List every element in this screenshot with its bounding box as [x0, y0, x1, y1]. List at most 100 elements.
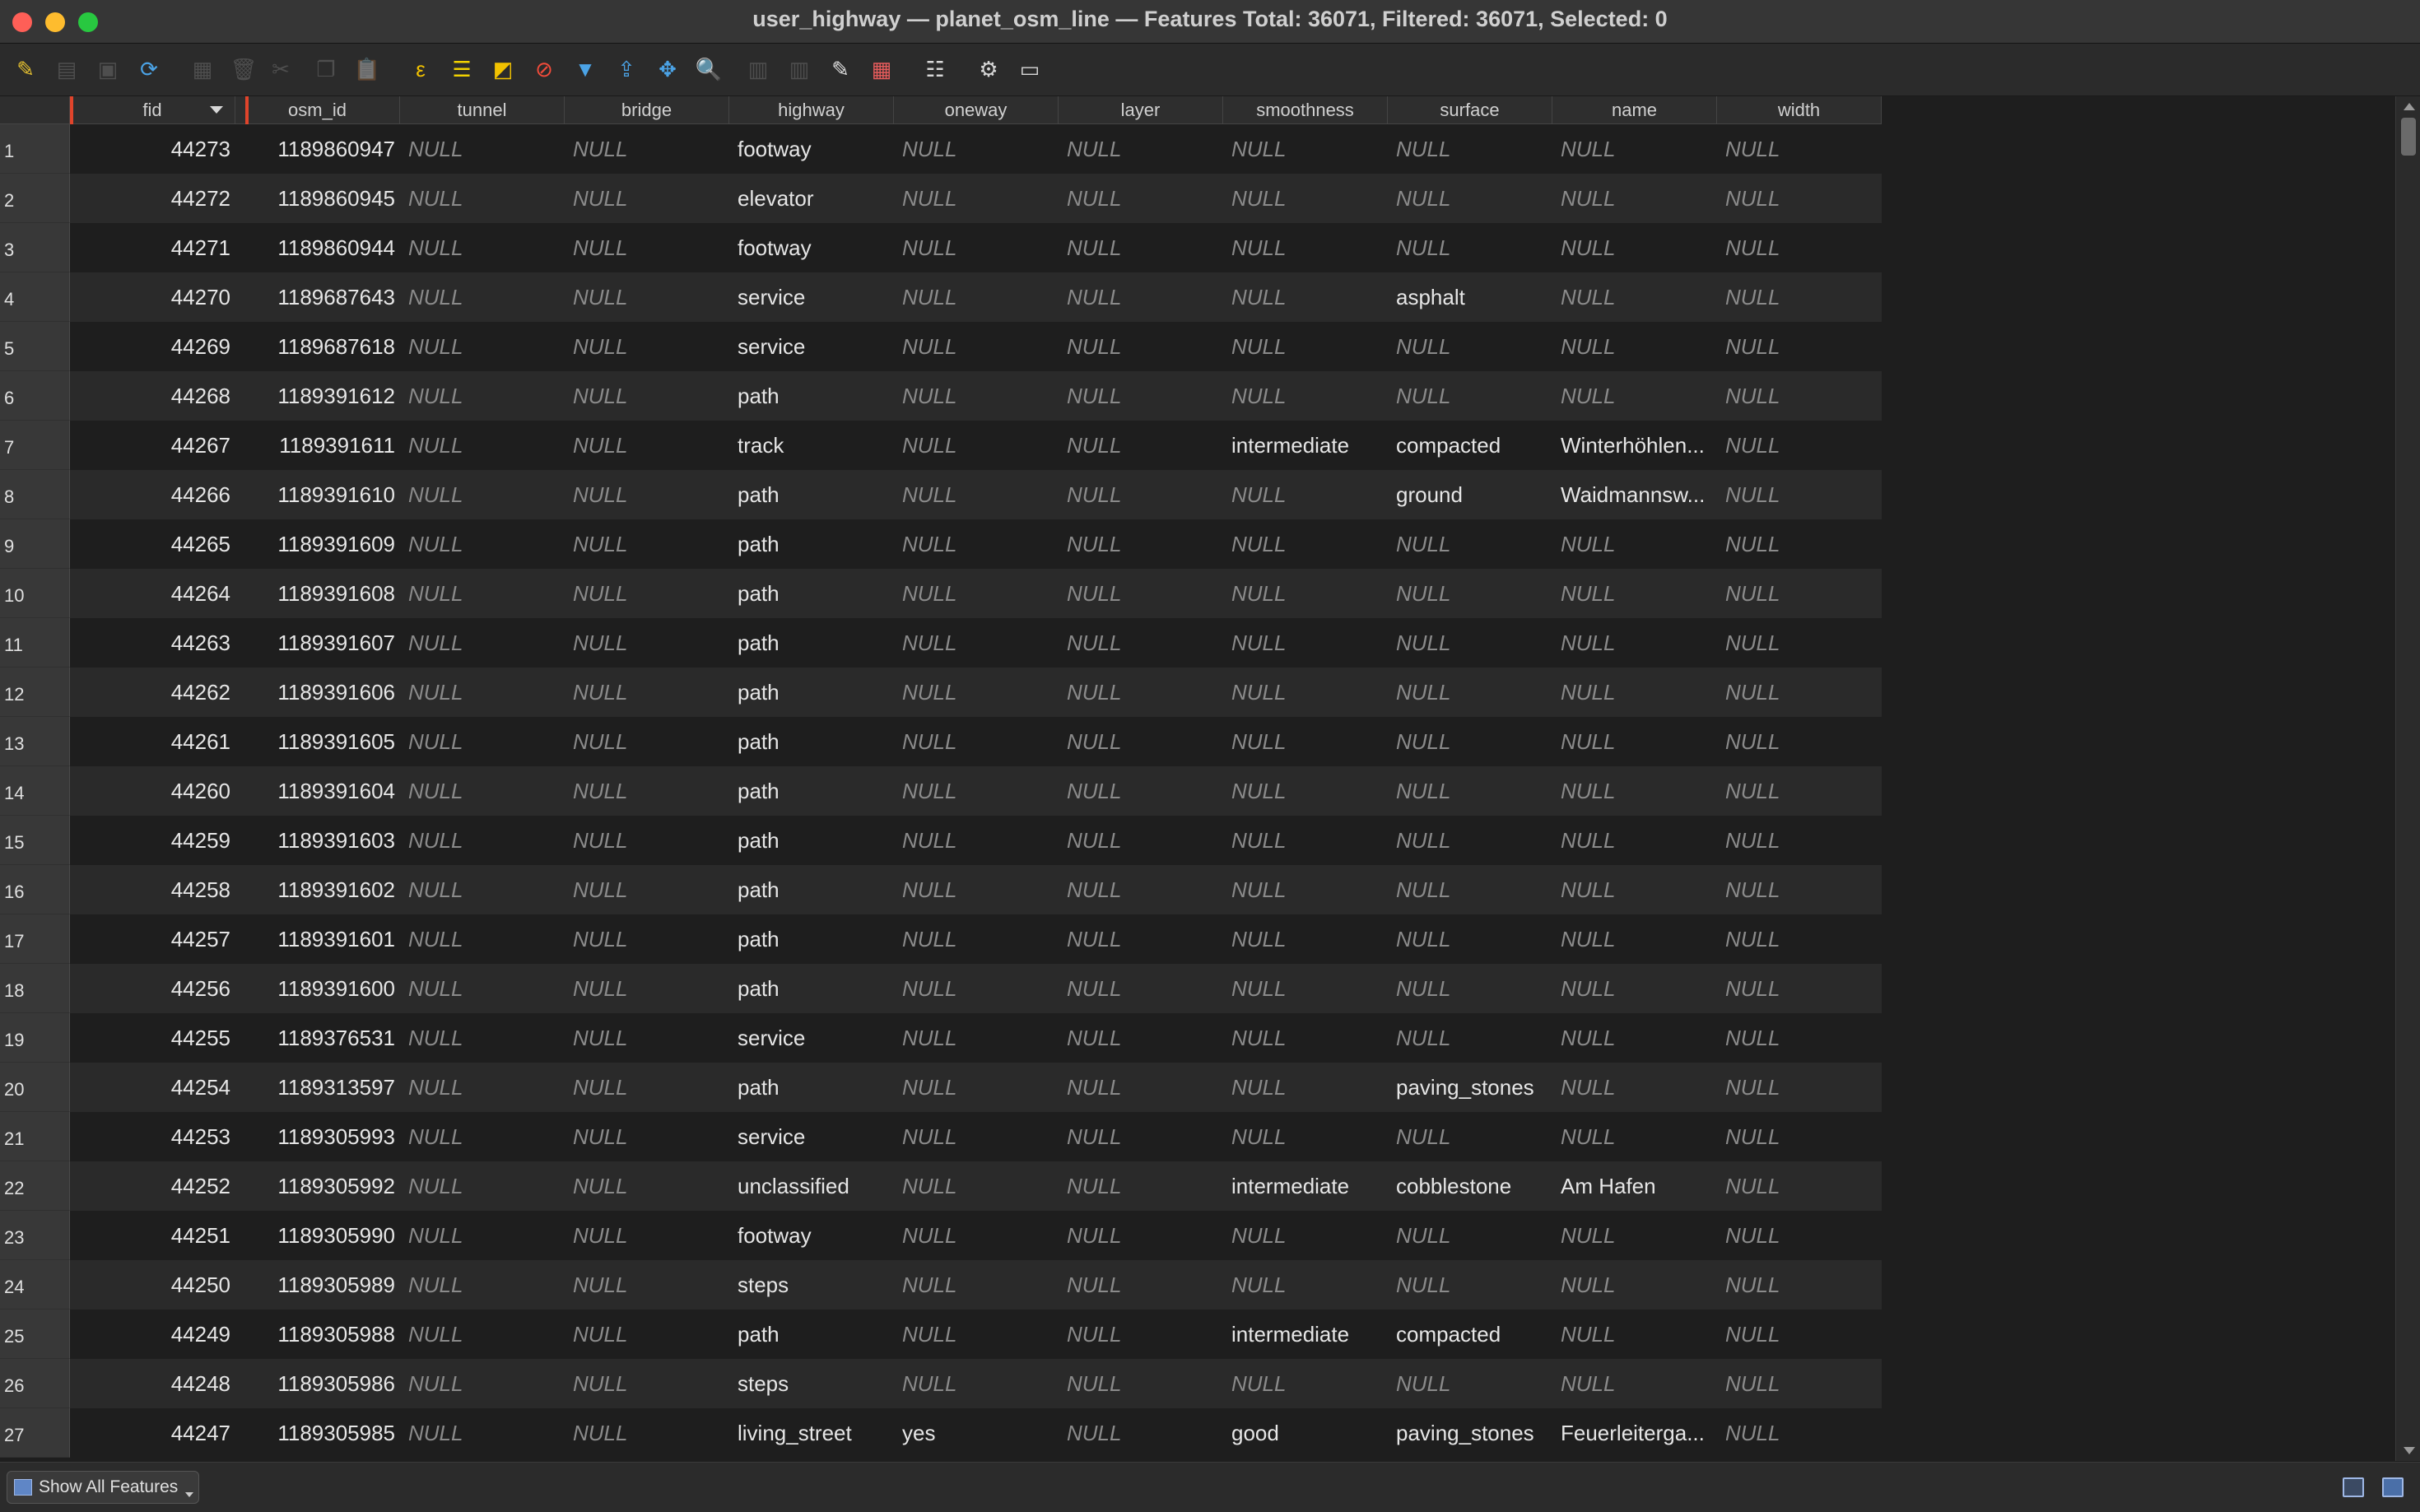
cell-name[interactable]: NULL — [1552, 766, 1717, 816]
cell-smoothness[interactable]: intermediate — [1223, 421, 1388, 470]
reload-icon[interactable]: ⟳ — [137, 57, 161, 81]
cell-bridge[interactable]: NULL — [565, 816, 729, 865]
table-row[interactable]: 13 44261 1189391605 NULL NULL path NULL NULL NUL… — [0, 717, 1882, 766]
cell-tunnel[interactable]: NULL — [400, 1013, 565, 1063]
cell-bridge[interactable]: NULL — [565, 1112, 729, 1161]
cell-bridge[interactable]: NULL — [565, 569, 729, 618]
cell-layer[interactable]: NULL — [1059, 1211, 1223, 1260]
scroll-up-icon[interactable] — [2404, 103, 2415, 110]
cell-highway[interactable]: service — [729, 1112, 894, 1161]
cell-highway[interactable]: path — [729, 914, 894, 964]
cell-width[interactable]: NULL — [1717, 223, 1882, 272]
cell-smoothness[interactable]: NULL — [1223, 371, 1388, 421]
cell-osm-id[interactable]: 1189860944 — [235, 223, 400, 272]
cell-osm-id[interactable]: 1189391606 — [235, 668, 400, 717]
cell-width[interactable]: NULL — [1717, 1063, 1882, 1112]
cell-tunnel[interactable]: NULL — [400, 470, 565, 519]
table-row[interactable]: 25 44249 1189305988 NULL NULL path NULL NULL int… — [0, 1310, 1882, 1359]
cell-tunnel[interactable]: NULL — [400, 272, 565, 322]
cell-oneway[interactable]: NULL — [894, 816, 1059, 865]
cell-fid[interactable]: 44271 — [70, 223, 235, 272]
pan-to-selected-icon[interactable]: ✥ — [655, 57, 680, 81]
column-header-name[interactable]: name — [1552, 96, 1717, 123]
cell-fid[interactable]: 44247 — [70, 1408, 235, 1458]
cell-name[interactable]: NULL — [1552, 914, 1717, 964]
cell-smoothness[interactable]: NULL — [1223, 519, 1388, 569]
cell-surface[interactable]: NULL — [1388, 865, 1552, 914]
cell-highway[interactable]: living_street — [729, 1408, 894, 1458]
table-row[interactable]: 2 44272 1189860945 NULL NULL elevator NULL NULL… — [0, 174, 1882, 223]
cell-smoothness[interactable]: NULL — [1223, 174, 1388, 223]
cell-name[interactable]: NULL — [1552, 223, 1717, 272]
cell-highway[interactable]: path — [729, 964, 894, 1013]
cell-oneway[interactable]: NULL — [894, 421, 1059, 470]
cell-fid[interactable]: 44250 — [70, 1260, 235, 1310]
table-row[interactable]: 10 44264 1189391608 NULL NULL path NULL NULL NUL… — [0, 569, 1882, 618]
toggle-editing-icon[interactable]: ✎ — [13, 57, 38, 81]
table-row[interactable]: 15 44259 1189391603 NULL NULL path NULL NULL NUL… — [0, 816, 1882, 865]
cell-tunnel[interactable]: NULL — [400, 816, 565, 865]
cell-name[interactable]: NULL — [1552, 371, 1717, 421]
cell-osm-id[interactable]: 1189391601 — [235, 914, 400, 964]
cell-fid[interactable]: 44260 — [70, 766, 235, 816]
cell-tunnel[interactable]: NULL — [400, 322, 565, 371]
cell-smoothness[interactable]: NULL — [1223, 766, 1388, 816]
cell-bridge[interactable]: NULL — [565, 964, 729, 1013]
paste-icon[interactable]: 📋 — [354, 57, 380, 81]
cell-name[interactable]: NULL — [1552, 717, 1717, 766]
cell-width[interactable]: NULL — [1717, 914, 1882, 964]
cell-highway[interactable]: path — [729, 816, 894, 865]
cell-layer[interactable]: NULL — [1059, 717, 1223, 766]
delete-field-icon[interactable]: ▥ — [787, 57, 812, 81]
cell-tunnel[interactable]: NULL — [400, 371, 565, 421]
scrollbar-thumb[interactable] — [2401, 118, 2416, 156]
cell-fid[interactable]: 44272 — [70, 174, 235, 223]
cell-oneway[interactable]: NULL — [894, 914, 1059, 964]
cell-tunnel[interactable]: NULL — [400, 124, 565, 174]
column-header-fid[interactable]: fid — [70, 96, 235, 123]
row-number[interactable]: 4 — [0, 272, 70, 322]
cell-oneway[interactable]: NULL — [894, 371, 1059, 421]
table-row[interactable]: 9 44265 1189391609 NULL NULL path NULL NULL NULL… — [0, 519, 1882, 569]
cell-surface[interactable]: NULL — [1388, 964, 1552, 1013]
cell-name[interactable]: NULL — [1552, 1359, 1717, 1408]
cell-name[interactable]: Feuerleiterga... — [1552, 1408, 1717, 1458]
cell-osm-id[interactable]: 1189305989 — [235, 1260, 400, 1310]
row-number[interactable]: 14 — [0, 766, 70, 816]
cell-layer[interactable]: NULL — [1059, 618, 1223, 668]
cell-surface[interactable]: NULL — [1388, 519, 1552, 569]
cell-surface[interactable]: NULL — [1388, 174, 1552, 223]
cell-tunnel[interactable]: NULL — [400, 1161, 565, 1211]
table-row[interactable]: 12 44262 1189391606 NULL NULL path NULL NULL NUL… — [0, 668, 1882, 717]
cell-name[interactable]: NULL — [1552, 964, 1717, 1013]
cell-osm-id[interactable]: 1189391609 — [235, 519, 400, 569]
row-number[interactable]: 2 — [0, 174, 70, 223]
select-all-icon[interactable]: ☰ — [449, 57, 474, 81]
cell-osm-id[interactable]: 1189391608 — [235, 569, 400, 618]
cell-oneway[interactable]: NULL — [894, 322, 1059, 371]
cell-width[interactable]: NULL — [1717, 865, 1882, 914]
cell-highway[interactable]: footway — [729, 124, 894, 174]
header-corner[interactable] — [0, 96, 70, 123]
cell-bridge[interactable]: NULL — [565, 1310, 729, 1359]
cell-surface[interactable]: NULL — [1388, 322, 1552, 371]
cell-surface[interactable]: NULL — [1388, 1013, 1552, 1063]
cell-tunnel[interactable]: NULL — [400, 1310, 565, 1359]
cell-fid[interactable]: 44251 — [70, 1211, 235, 1260]
table-row[interactable]: 3 44271 1189860944 NULL NULL footway NULL NULL N… — [0, 223, 1882, 272]
cell-layer[interactable]: NULL — [1059, 124, 1223, 174]
column-header-layer[interactable]: layer — [1059, 96, 1223, 123]
cell-oneway[interactable]: NULL — [894, 1063, 1059, 1112]
row-number[interactable]: 11 — [0, 618, 70, 668]
table-row[interactable]: 7 44267 1189391611 NULL NULL track NULL NULL int… — [0, 421, 1882, 470]
cell-width[interactable]: NULL — [1717, 470, 1882, 519]
cell-highway[interactable]: footway — [729, 1211, 894, 1260]
column-header-tunnel[interactable]: tunnel — [400, 96, 565, 123]
cell-surface[interactable]: NULL — [1388, 717, 1552, 766]
cell-bridge[interactable]: NULL — [565, 1408, 729, 1458]
cell-name[interactable]: NULL — [1552, 1063, 1717, 1112]
column-header-smoothness[interactable]: smoothness — [1223, 96, 1388, 123]
cell-layer[interactable]: NULL — [1059, 174, 1223, 223]
cell-osm-id[interactable]: 1189860945 — [235, 174, 400, 223]
table-row[interactable]: 21 44253 1189305993 NULL NULL service NULL NULL… — [0, 1112, 1882, 1161]
